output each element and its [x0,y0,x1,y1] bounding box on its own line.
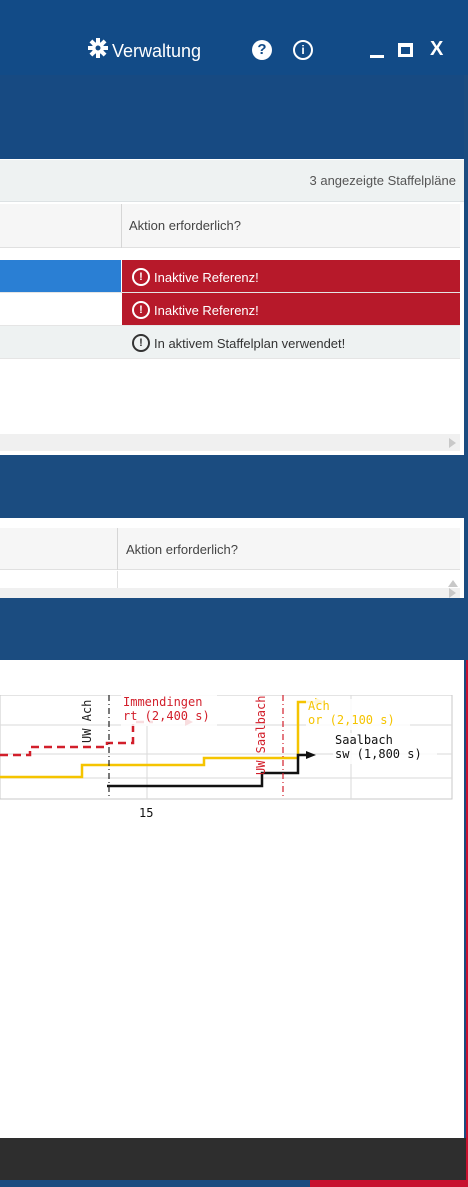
scroll-right-icon[interactable] [449,438,456,448]
column-header-action[interactable]: Aktion erforderlich? [126,542,238,557]
annotation-line2: or (2,100 s) [308,713,395,727]
info-icon[interactable]: i [293,40,313,60]
vertical-marker-label: UW Saalbach [254,696,268,775]
admin-menu-label[interactable]: Verwaltung [112,40,201,62]
column-divider[interactable] [117,528,118,570]
horizontal-scrollbar[interactable] [0,434,460,451]
vertical-marker-label: UW Ach [80,700,94,743]
warning-icon: ! [132,301,150,319]
grid-header: Aktion erforderlich? [0,204,460,248]
x-tick-label: 15 [139,806,153,820]
close-button[interactable]: X [430,37,443,61]
column-divider[interactable] [121,204,122,248]
column-divider [117,571,118,588]
annotation-line2: rt (2,400 s) [123,709,210,723]
minimize-button[interactable] [370,55,384,58]
warning-icon: ! [132,268,150,286]
footer-bar [0,1138,466,1180]
row-cell-left[interactable] [0,326,121,358]
annotation-line1: Saalbach [335,733,393,747]
table-row[interactable]: ! Inaktive Referenz! [0,260,460,292]
chart-panel-header [0,598,468,660]
table-row[interactable]: ! In aktivem Staffelplan verwendet! [0,326,460,358]
maximize-button[interactable] [398,43,413,57]
table-row[interactable]: ! Inaktive Referenz! [0,293,460,325]
annotation-line2: sw (1,800 s) [335,747,422,761]
row-cell-left[interactable] [0,260,121,292]
action-text: In aktivem Staffelplan verwendet! [154,335,346,351]
empty-row [0,571,460,588]
row-cell-action[interactable]: ! Inaktive Referenz! [122,293,460,325]
row-divider [0,358,460,359]
count-bar: 3 angezeigte Staffelpläne [0,160,466,202]
count-text: 3 angezeigte Staffelpläne [309,173,457,188]
help-icon[interactable]: ? [252,40,272,60]
action-text: Inaktive Referenz! [154,302,259,318]
gear-icon[interactable] [88,38,108,58]
step-chart: UW Ach UW Saalbach 15 Immendingenrt (2,400… [0,695,453,820]
annotation-line1: Ach [308,699,330,713]
scroll-right-icon[interactable] [449,588,456,598]
second-panel-header [0,455,468,518]
row-cell-action[interactable]: ! In aktivem Staffelplan verwendet! [122,326,460,358]
annotation-line1: Immendingen [123,695,202,709]
column-header-action[interactable]: Aktion erforderlich? [129,218,241,233]
grid-header: Aktion erforderlich? [0,528,460,570]
footer-accent [0,1180,468,1187]
row-cell-action[interactable]: ! Inaktive Referenz! [122,260,460,292]
scroll-up-icon[interactable] [448,580,458,587]
staffel-panel-header [0,75,468,159]
horizontal-scrollbar[interactable] [0,588,460,598]
action-text: Inaktive Referenz! [154,269,259,285]
info-warning-icon: ! [132,334,150,352]
row-cell-left[interactable] [0,293,121,325]
title-bar: Verwaltung ? i X [0,0,468,75]
